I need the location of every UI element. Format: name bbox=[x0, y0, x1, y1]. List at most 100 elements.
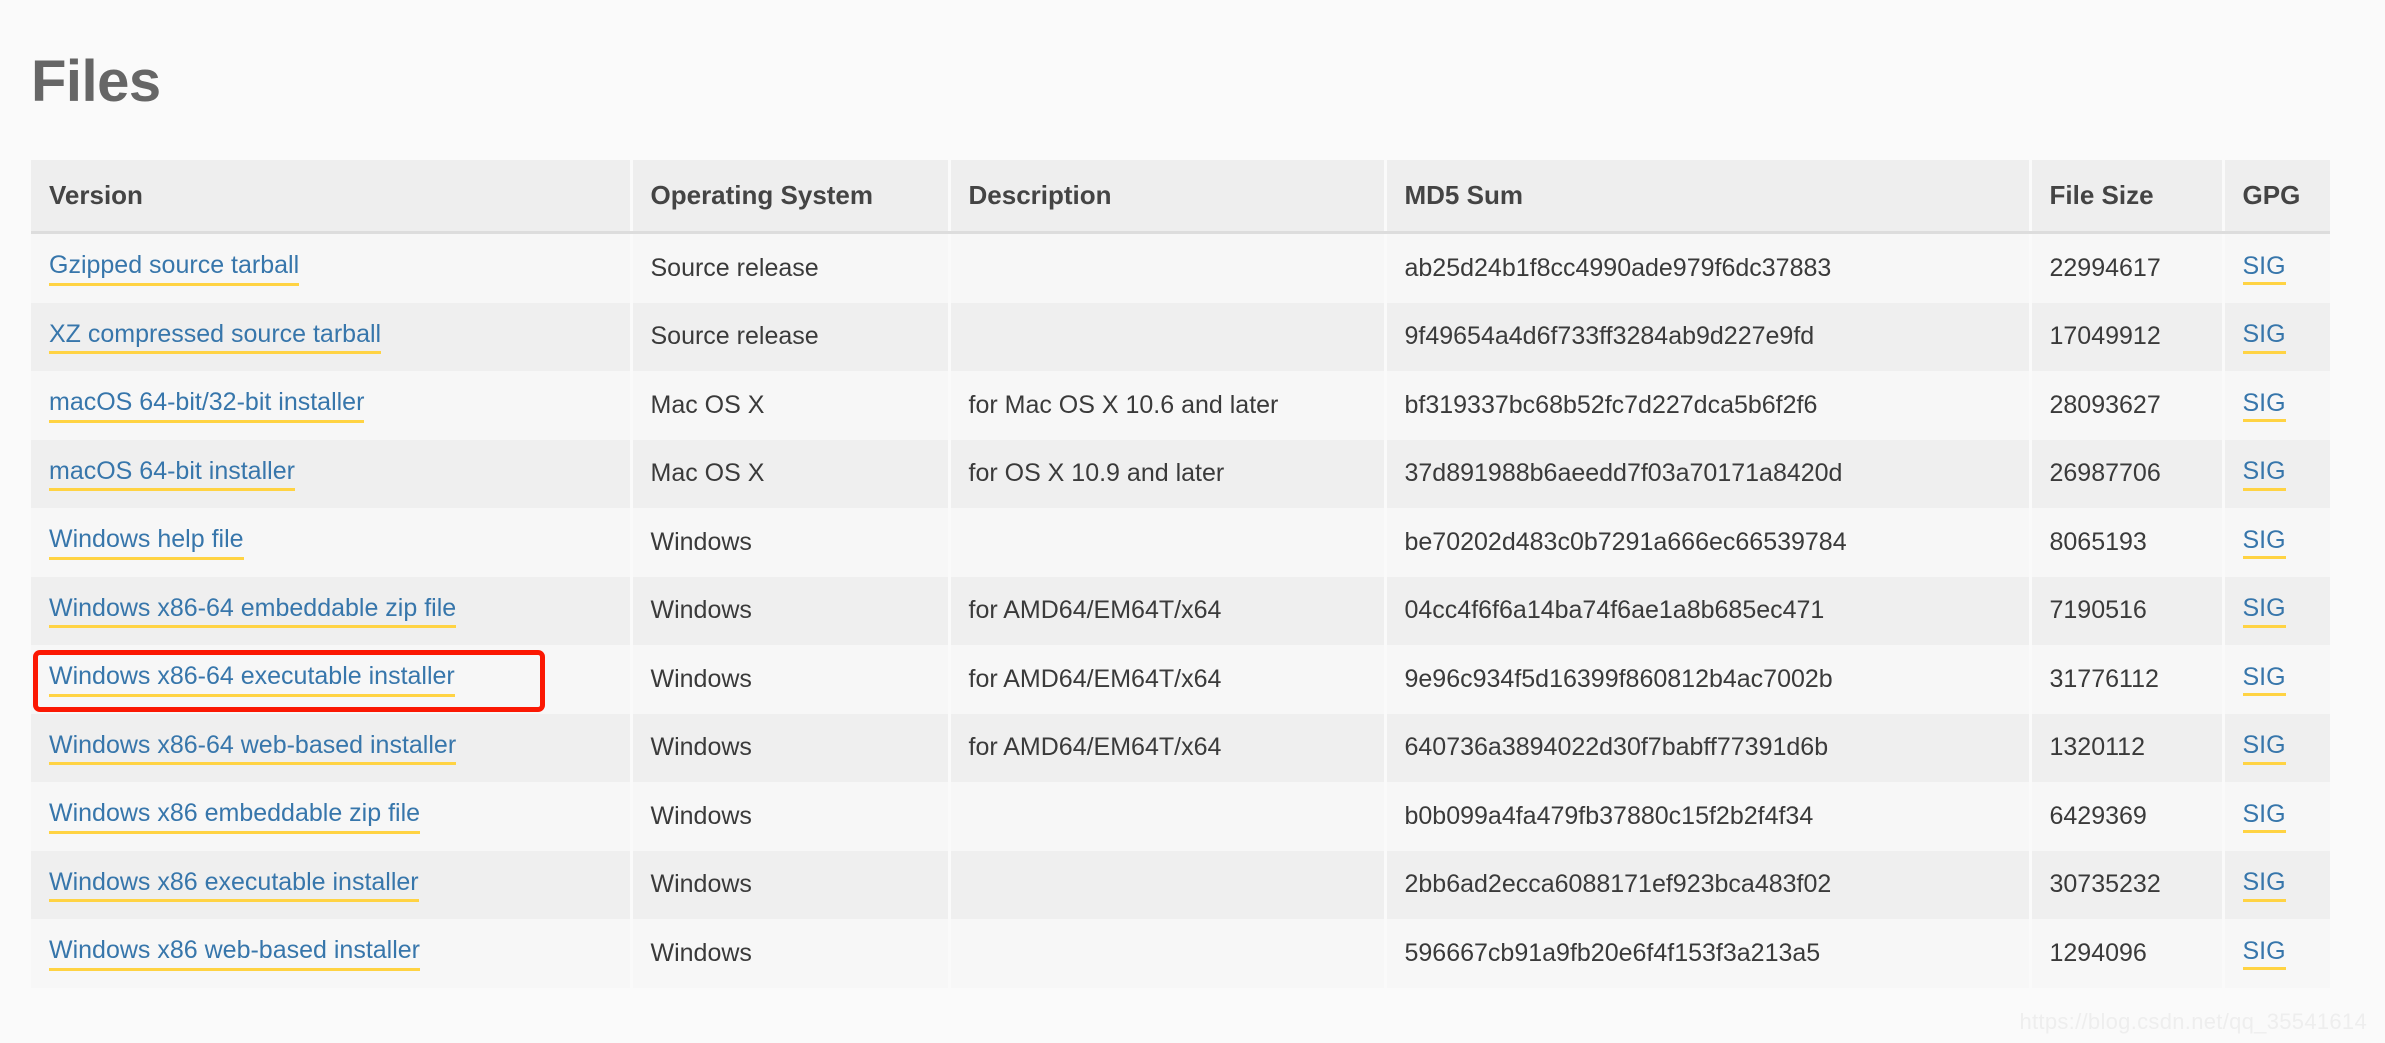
cell-version: Windows help file bbox=[31, 508, 633, 577]
download-link[interactable]: XZ compressed source tarball bbox=[49, 320, 382, 354]
cell-description bbox=[949, 782, 1387, 851]
download-link[interactable]: macOS 64-bit installer bbox=[49, 457, 295, 491]
files-table: Version Operating System Description MD5 Su… bbox=[31, 160, 2330, 988]
table-header: Version Operating System Description MD5 Su… bbox=[31, 160, 2330, 234]
table-row: Windows help file Windows be70202d483c0b72… bbox=[31, 508, 2330, 577]
cell-description: for AMD64/EM64T/x64 bbox=[949, 713, 1387, 782]
cell-operating-system: Windows bbox=[631, 576, 951, 645]
cell-md5-sum: be70202d483c0b7291a666ec66539784 bbox=[1385, 508, 2032, 577]
cell-description bbox=[949, 508, 1387, 577]
cell-md5-sum: 37d891988b6aeedd7f03a70171a8420d bbox=[1385, 439, 2032, 508]
cell-gpg: SIG bbox=[2223, 508, 2330, 577]
gpg-signature-link[interactable]: SIG bbox=[2242, 526, 2286, 559]
cell-gpg: SIG bbox=[2223, 576, 2330, 645]
table-row: Windows x86-64 executable installer Windo… bbox=[31, 645, 2330, 714]
cell-operating-system: Windows bbox=[631, 919, 951, 988]
gpg-signature-link[interactable]: SIG bbox=[2242, 252, 2286, 285]
download-link[interactable]: Windows x86 embeddable zip file bbox=[49, 799, 421, 834]
cell-gpg: SIG bbox=[2223, 439, 2330, 508]
cell-md5-sum: 9e96c934f5d16399f860812b4ac7002b bbox=[1385, 645, 2032, 714]
cell-md5-sum: 9f49654a4d6f733ff3284ab9d227e9fd bbox=[1385, 302, 2032, 371]
cell-gpg: SIG bbox=[2223, 782, 2330, 851]
page-title: Files bbox=[31, 48, 161, 114]
cell-gpg: SIG bbox=[2223, 919, 2330, 988]
cell-md5-sum: bf319337bc68b52fc7d227dca5b6f2f6 bbox=[1385, 371, 2032, 440]
download-link[interactable]: Windows x86-64 embeddable zip file bbox=[49, 594, 457, 628]
cell-description bbox=[949, 302, 1387, 371]
cell-description bbox=[949, 232, 1387, 303]
cell-file-size: 17049912 bbox=[2030, 302, 2225, 371]
table-row: Windows x86 web-based installer Windows 59… bbox=[31, 919, 2330, 988]
cell-gpg: SIG bbox=[2223, 645, 2330, 714]
download-link[interactable]: Windows help file bbox=[49, 525, 244, 560]
cell-version: Windows x86 executable installer bbox=[31, 850, 633, 919]
cell-file-size: 7190516 bbox=[2030, 576, 2225, 645]
table-row: Windows x86 embeddable zip file Windows b0… bbox=[31, 782, 2330, 851]
cell-md5-sum: b0b099a4fa479fb37880c15f2b2f4f34 bbox=[1385, 782, 2032, 851]
gpg-signature-link[interactable]: SIG bbox=[2242, 594, 2286, 628]
files-table-container: Version Operating System Description MD5 Su… bbox=[31, 160, 2330, 988]
cell-operating-system: Source release bbox=[631, 232, 951, 303]
table-row: macOS 64-bit installer Mac OS Xfor OS X 1… bbox=[31, 439, 2330, 508]
cell-version: macOS 64-bit installer bbox=[31, 439, 633, 508]
cell-file-size: 1294096 bbox=[2030, 919, 2225, 988]
gpg-signature-link[interactable]: SIG bbox=[2242, 457, 2286, 491]
table-row: Windows x86-64 web-based installer Window… bbox=[31, 713, 2330, 782]
cell-version: Windows x86 embeddable zip file bbox=[31, 782, 633, 851]
gpg-signature-link[interactable]: SIG bbox=[2242, 389, 2286, 422]
cell-md5-sum: ab25d24b1f8cc4990ade979f6dc37883 bbox=[1385, 232, 2032, 303]
cell-gpg: SIG bbox=[2223, 850, 2330, 919]
table-header-row: Version Operating System Description MD5 Su… bbox=[31, 160, 2330, 234]
download-link[interactable]: Windows x86 web-based installer bbox=[49, 936, 421, 971]
cell-file-size: 26987706 bbox=[2030, 439, 2225, 508]
cell-description: for Mac OS X 10.6 and later bbox=[949, 371, 1387, 440]
cell-description: for AMD64/EM64T/x64 bbox=[949, 576, 1387, 645]
table-row: XZ compressed source tarball Source relea… bbox=[31, 302, 2330, 371]
cell-md5-sum: 596667cb91a9fb20e6f4f153f3a213a5 bbox=[1385, 919, 2032, 988]
cell-file-size: 1320112 bbox=[2030, 713, 2225, 782]
cell-description bbox=[949, 919, 1387, 988]
column-header-md5: MD5 Sum bbox=[1385, 160, 2032, 234]
watermark-text: https://blog.csdn.net/qq_35541614 bbox=[2019, 1009, 2367, 1034]
cell-md5-sum: 04cc4f6f6a14ba74f6ae1a8b685ec471 bbox=[1385, 576, 2032, 645]
cell-operating-system: Windows bbox=[631, 782, 951, 851]
cell-file-size: 30735232 bbox=[2030, 850, 2225, 919]
cell-version: XZ compressed source tarball bbox=[31, 302, 633, 371]
cell-file-size: 8065193 bbox=[2030, 508, 2225, 577]
cell-operating-system: Mac OS X bbox=[631, 439, 951, 508]
gpg-signature-link[interactable]: SIG bbox=[2242, 868, 2286, 902]
gpg-signature-link[interactable]: SIG bbox=[2242, 800, 2286, 833]
cell-version: macOS 64-bit/32-bit installer bbox=[31, 371, 633, 440]
gpg-signature-link[interactable]: SIG bbox=[2242, 320, 2286, 354]
cell-operating-system: Source release bbox=[631, 302, 951, 371]
download-link[interactable]: Gzipped source tarball bbox=[49, 251, 300, 286]
cell-md5-sum: 640736a3894022d30f7babff77391d6b bbox=[1385, 713, 2032, 782]
files-page: Files Version Operating System Description… bbox=[0, 0, 2385, 1043]
cell-gpg: SIG bbox=[2223, 371, 2330, 440]
gpg-signature-link[interactable]: SIG bbox=[2242, 937, 2286, 970]
column-header-os: Operating System bbox=[631, 160, 951, 234]
table-row: macOS 64-bit/32-bit installer Mac OS Xfor… bbox=[31, 371, 2330, 440]
gpg-signature-link[interactable]: SIG bbox=[2242, 731, 2286, 765]
cell-file-size: 28093627 bbox=[2030, 371, 2225, 440]
cell-operating-system: Windows bbox=[631, 645, 951, 714]
download-link[interactable]: Windows x86 executable installer bbox=[49, 868, 419, 902]
cell-version: Gzipped source tarball bbox=[31, 232, 633, 303]
cell-gpg: SIG bbox=[2223, 232, 2330, 303]
table-body: Gzipped source tarball Source release ab25… bbox=[31, 232, 2330, 988]
cell-version: Windows x86 web-based installer bbox=[31, 919, 633, 988]
gpg-signature-link[interactable]: SIG bbox=[2242, 663, 2286, 696]
download-link[interactable]: macOS 64-bit/32-bit installer bbox=[49, 388, 365, 423]
cell-description: for AMD64/EM64T/x64 bbox=[949, 645, 1387, 714]
column-header-gpg: GPG bbox=[2223, 160, 2330, 234]
cell-operating-system: Mac OS X bbox=[631, 371, 951, 440]
cell-description bbox=[949, 850, 1387, 919]
cell-version: Windows x86-64 embeddable zip file bbox=[31, 576, 633, 645]
cell-md5-sum: 2bb6ad2ecca6088171ef923bca483f02 bbox=[1385, 850, 2032, 919]
download-link[interactable]: Windows x86-64 web-based installer bbox=[49, 731, 457, 765]
cell-description: for OS X 10.9 and later bbox=[949, 439, 1387, 508]
cell-version: Windows x86-64 web-based installer bbox=[31, 713, 633, 782]
download-link[interactable]: Windows x86-64 executable installer bbox=[49, 662, 455, 697]
table-row: Gzipped source tarball Source release ab25… bbox=[31, 232, 2330, 303]
cell-file-size: 31776112 bbox=[2030, 645, 2225, 714]
